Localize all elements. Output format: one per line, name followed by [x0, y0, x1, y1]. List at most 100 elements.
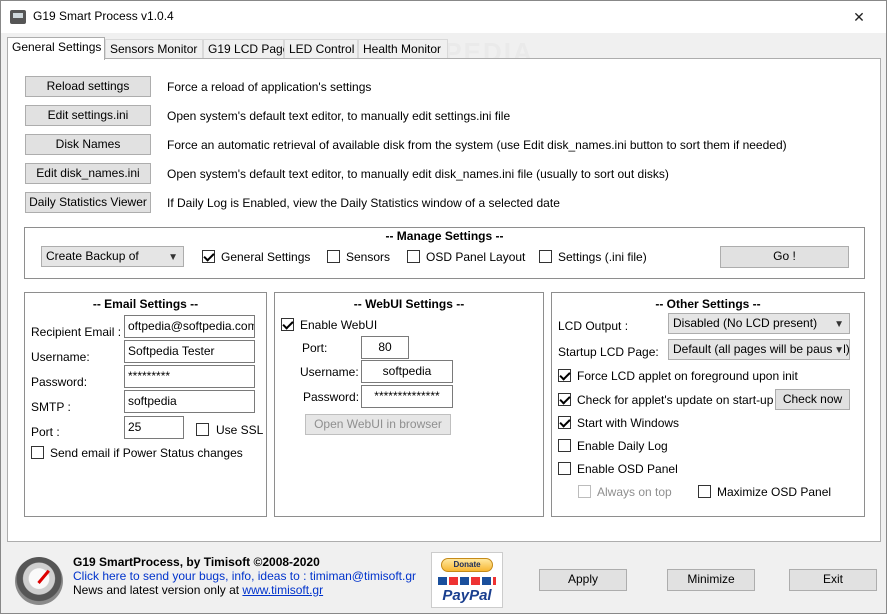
- webui-port-field[interactable]: 80: [361, 336, 409, 359]
- news-prefix: News and latest version only at: [73, 583, 243, 597]
- osd-panel-layout-checkbox-label: OSD Panel Layout: [426, 250, 526, 264]
- exit-button[interactable]: Exit: [789, 569, 877, 591]
- enable-webui-checkbox[interactable]: [281, 318, 294, 331]
- credit-text: G19 SmartProcess, by Timisoft ©2008-2020: [73, 555, 320, 569]
- settings-ini-checkbox-label: Settings (.ini file): [558, 250, 647, 264]
- osd-panel-label: Enable OSD Panel: [577, 462, 678, 476]
- send-bugs-link[interactable]: Click here to send your bugs, info, idea…: [73, 569, 416, 583]
- startup-lcd-page-value: Default (all pages will be paused): [673, 342, 850, 356]
- webui-password-label: Password:: [303, 390, 360, 404]
- recipient-email-field[interactable]: oftpedia@softpedia.com: [124, 315, 255, 338]
- go-button[interactable]: Go !: [720, 246, 849, 268]
- chevron-down-icon: ▼: [168, 252, 178, 263]
- force-lcd-checkbox[interactable]: [558, 369, 571, 382]
- check-now-button[interactable]: Check now: [775, 389, 850, 410]
- use-ssl-label: Use SSL: [216, 423, 264, 437]
- tab-health-monitor[interactable]: Health Monitor: [358, 39, 448, 59]
- manage-settings-group: -- Manage Settings -- Create Backup of ▼…: [24, 227, 865, 279]
- smtp-field[interactable]: softpedia: [124, 390, 255, 413]
- maximize-osd-label: Maximize OSD Panel: [717, 485, 832, 499]
- backup-select-value: Create Backup of: [46, 249, 139, 263]
- window-title: G19 Smart Process v1.0.4: [33, 9, 174, 23]
- minimize-button[interactable]: Minimize: [667, 569, 755, 591]
- start-with-windows-label: Start with Windows: [577, 416, 680, 430]
- email-settings-title: -- Email Settings --: [92, 297, 199, 311]
- password-label: Password:: [31, 375, 88, 389]
- check-update-checkbox[interactable]: [558, 393, 571, 406]
- settings-ini-checkbox[interactable]: [539, 250, 552, 263]
- username-label: Username:: [31, 350, 90, 364]
- edit-settings-ini-description: Open system's default text editor, to ma…: [167, 109, 511, 123]
- email-username-field[interactable]: Softpedia Tester: [124, 340, 255, 363]
- power-status-label: Send email if Power Status changes: [50, 446, 243, 460]
- startup-lcd-page-select[interactable]: Default (all pages will be paused) ▼: [668, 339, 850, 360]
- sensors-checkbox-label: Sensors: [346, 250, 391, 264]
- lcd-output-label: LCD Output :: [558, 319, 629, 333]
- recipient-email-label: Recipient Email :: [31, 325, 122, 339]
- general-settings-checkbox-label: General Settings: [221, 250, 311, 264]
- daily-statistics-viewer-description: If Daily Log is Enabled, view the Daily …: [167, 196, 560, 210]
- email-password-field[interactable]: *********: [124, 365, 255, 388]
- always-on-top-label: Always on top: [597, 485, 672, 499]
- news-line: News and latest version only at www.timi…: [73, 583, 323, 597]
- sensors-checkbox[interactable]: [327, 250, 340, 263]
- webui-settings-title: -- WebUI Settings --: [353, 297, 465, 311]
- manage-settings-title: -- Manage Settings --: [385, 229, 504, 243]
- osd-panel-layout-checkbox[interactable]: [407, 250, 420, 263]
- check-update-label: Check for applet's update on start-up: [577, 393, 774, 407]
- app-icon: [10, 10, 26, 24]
- backup-select[interactable]: Create Backup of ▼: [41, 246, 184, 267]
- speedometer-logo-icon: [15, 557, 63, 605]
- credit-cards-icon: [438, 577, 496, 585]
- edit-disk-names-ini-description: Open system's default text editor, to ma…: [167, 167, 669, 181]
- edit-settings-ini-button[interactable]: Edit settings.ini: [25, 105, 151, 126]
- webui-username-field[interactable]: softpedia: [361, 360, 453, 383]
- force-lcd-label: Force LCD applet on foreground upon init: [577, 369, 798, 383]
- other-settings-group: -- Other Settings -- LCD Output : Disabl…: [551, 292, 865, 517]
- webui-password-field[interactable]: **************: [361, 385, 453, 408]
- paypal-donate-button[interactable]: Donate PayPal: [431, 552, 503, 608]
- paypal-logo: PayPal: [442, 587, 492, 604]
- daily-statistics-viewer-button[interactable]: Daily Statistics Viewer: [25, 192, 151, 213]
- maximize-osd-checkbox[interactable]: [698, 485, 711, 498]
- footer: G19 SmartProcess, by Timisoft ©2008-2020…: [1, 546, 886, 613]
- other-settings-title: -- Other Settings --: [655, 297, 761, 311]
- enable-webui-label: Enable WebUI: [300, 318, 378, 332]
- port-label: Port :: [31, 425, 60, 439]
- chevron-down-icon: ▼: [834, 319, 844, 330]
- webui-port-label: Port:: [302, 341, 328, 355]
- use-ssl-checkbox[interactable]: [196, 423, 209, 436]
- edit-disk-names-ini-button[interactable]: Edit disk_names.ini: [25, 163, 151, 184]
- osd-panel-checkbox[interactable]: [558, 462, 571, 475]
- title-bar: G19 Smart Process v1.0.4 ✕: [1, 1, 886, 33]
- startup-lcd-page-label: Startup LCD Page:: [558, 345, 659, 359]
- disk-names-button[interactable]: Disk Names: [25, 134, 151, 155]
- donate-label: Donate: [441, 558, 493, 572]
- tab-sensors-monitor[interactable]: Sensors Monitor: [105, 39, 203, 59]
- apply-button[interactable]: Apply: [539, 569, 627, 591]
- webui-username-label: Username:: [300, 365, 359, 379]
- always-on-top-checkbox[interactable]: [578, 485, 591, 498]
- reload-settings-button[interactable]: Reload settings: [25, 76, 151, 97]
- general-settings-checkbox[interactable]: [202, 250, 215, 263]
- daily-log-checkbox[interactable]: [558, 439, 571, 452]
- tab-g19-lcd-page[interactable]: G19 LCD Page: [203, 39, 289, 59]
- lcd-output-select[interactable]: Disabled (No LCD present) ▼: [668, 313, 850, 334]
- close-icon[interactable]: ✕: [837, 3, 881, 31]
- app-window: G19 Smart Process v1.0.4 ✕ SOFTPEDIA Gen…: [0, 0, 887, 614]
- chevron-down-icon: ▼: [832, 343, 844, 358]
- lcd-output-value: Disabled (No LCD present): [673, 316, 818, 330]
- tab-led-control[interactable]: LED Control: [284, 39, 358, 59]
- website-link[interactable]: www.timisoft.gr: [242, 583, 323, 597]
- open-webui-button[interactable]: Open WebUI in browser: [305, 414, 451, 435]
- smtp-label: SMTP :: [31, 400, 71, 414]
- email-settings-group: -- Email Settings -- Recipient Email : o…: [24, 292, 267, 517]
- start-with-windows-checkbox[interactable]: [558, 416, 571, 429]
- power-status-checkbox[interactable]: [31, 446, 44, 459]
- tab-general-settings[interactable]: General Settings: [7, 37, 105, 60]
- daily-log-label: Enable Daily Log: [577, 439, 668, 453]
- email-port-field[interactable]: 25: [124, 416, 184, 439]
- general-settings-page: Reload settings Force a reload of applic…: [7, 58, 881, 542]
- disk-names-description: Force an automatic retrieval of availabl…: [167, 138, 787, 152]
- reload-settings-description: Force a reload of application's settings: [167, 80, 372, 94]
